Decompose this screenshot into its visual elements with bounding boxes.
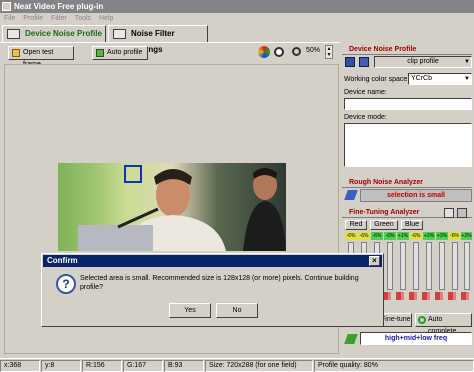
device-name-label: Device name:: [344, 89, 387, 96]
device-mode-input[interactable]: [344, 123, 472, 167]
brightness-icon[interactable]: [274, 47, 284, 57]
no-button[interactable]: No: [216, 303, 258, 318]
status-b: B:93: [164, 360, 204, 372]
auto-profile-button[interactable]: Auto profile: [92, 46, 148, 60]
status-y: y:8: [41, 360, 81, 372]
status-r: R:156: [82, 360, 122, 372]
status-x: x:368: [0, 360, 40, 372]
color-wheel-icon[interactable]: [258, 46, 270, 58]
filter-icon: [113, 29, 126, 39]
working-color-space-select[interactable]: YCrCb ▼: [408, 73, 472, 85]
dialog-titlebar: Confirm ×: [43, 255, 382, 267]
freq-chip: +2%: [423, 232, 435, 240]
status-size: Size: 720x288 (for one field): [205, 360, 313, 372]
working-color-space-label: Working color space:: [344, 76, 410, 83]
freq-slider[interactable]: [439, 242, 445, 290]
reset-icon[interactable]: [444, 208, 454, 218]
menu-file[interactable]: File: [4, 13, 15, 24]
menu-profile[interactable]: Profile: [23, 13, 43, 24]
preview-image[interactable]: [58, 163, 286, 251]
working-color-space-value: YCrCb: [411, 75, 433, 82]
freq-slider[interactable]: [400, 242, 406, 290]
status-quality: Profile quality: 80%: [314, 360, 474, 372]
device-mode-label: Device mode:: [344, 114, 387, 121]
freq-slider[interactable]: [413, 242, 419, 290]
chevron-down-icon: ▼: [464, 76, 470, 82]
menu-filter[interactable]: Filter: [51, 13, 67, 24]
frequency-select[interactable]: high+mid+low freq: [360, 332, 472, 345]
freq-chip: -6%: [371, 232, 383, 240]
rough-noise-analyzer-header: Rough Noise Analyzer: [342, 177, 472, 188]
auto-profile-label: Auto profile: [107, 49, 143, 56]
freq-chip: +2%: [461, 232, 472, 240]
question-icon: ?: [56, 274, 76, 294]
zoom-spinner[interactable]: ▴ ▾: [325, 45, 333, 59]
folder-icon: [12, 49, 20, 57]
window-title: Neat Video Free plug-in: [14, 2, 104, 11]
menu-bar: File Profile Filter Tools Help: [0, 13, 474, 24]
dialog-title: Confirm: [47, 256, 78, 265]
auto-complete-icon: [418, 316, 426, 324]
freq-chip: -6%: [345, 232, 357, 240]
section-title: Fine-Tuning Analyzer: [349, 209, 420, 216]
dialog-message: Selected area is small. Recommended size…: [80, 275, 359, 291]
menu-tools[interactable]: Tools: [75, 13, 91, 24]
yes-button[interactable]: Yes: [169, 303, 211, 318]
device-noise-profile-header: Device Noise Profile: [342, 44, 472, 55]
section-title: Device Noise Profile: [349, 46, 417, 53]
menu-help[interactable]: Help: [99, 13, 113, 24]
status-bar: x:368 y:8 R:156 G:167 B:93 Size: 720x288…: [0, 358, 474, 372]
frame-picture: [78, 168, 286, 251]
freq-chip: +3%: [436, 232, 448, 240]
window-titlebar: Neat Video Free plug-in: [0, 0, 474, 13]
auto-complete-button[interactable]: Auto complete: [415, 313, 472, 335]
freq-chip: -6%: [384, 232, 396, 240]
tab-strip: Device Noise Profile Noise Filter Settin…: [0, 25, 474, 54]
zoom-level: 50%: [306, 47, 321, 54]
pencil-icon[interactable]: [344, 190, 358, 200]
tab-device-noise-profile[interactable]: Device Noise Profile: [2, 25, 106, 43]
device-name-input[interactable]: [344, 98, 472, 110]
freq-slider[interactable]: [464, 242, 470, 290]
selection-rectangle[interactable]: [124, 165, 142, 183]
fine-tune-label: Fine-tune: [381, 316, 411, 323]
channel-red[interactable]: Red: [345, 220, 367, 230]
section-title: Rough Noise Analyzer: [349, 179, 424, 186]
chevron-down-icon: ▼: [464, 59, 470, 65]
load-profile-icon[interactable]: [359, 57, 369, 67]
freq-slider[interactable]: [387, 242, 393, 290]
open-test-frame-button[interactable]: Open test frame: [8, 46, 74, 68]
tab-noise-filter-settings[interactable]: Noise Filter Settings: [108, 25, 208, 54]
zoom-icon[interactable]: [292, 47, 301, 56]
channel-blue[interactable]: Blue: [401, 220, 423, 230]
freq-slider[interactable]: [452, 242, 458, 290]
profile-select-value: clip profile: [407, 58, 439, 65]
freq-slider[interactable]: [426, 242, 432, 290]
pencil-icon[interactable]: [344, 334, 358, 344]
tab-divider: [0, 42, 340, 43]
freq-chip: -6%: [410, 232, 422, 240]
rough-analyzer-status: selection is small: [360, 189, 472, 202]
save-profile-icon[interactable]: [345, 57, 355, 67]
confirm-dialog: Confirm × ? Selected area is small. Reco…: [41, 253, 384, 327]
device-icon: [7, 29, 20, 39]
auto-profile-icon: [96, 49, 104, 57]
close-icon[interactable]: ×: [369, 256, 380, 266]
tab-label: Device Noise Profile: [25, 29, 102, 38]
freq-chip: -6%: [449, 232, 460, 240]
freq-chip: +1%: [397, 232, 409, 240]
profile-select[interactable]: clip profile ▼: [374, 56, 472, 68]
app-icon: [2, 2, 11, 11]
status-g: G:167: [123, 360, 163, 372]
freq-chip: -6%: [358, 232, 370, 240]
trash-icon[interactable]: [457, 208, 467, 218]
channel-green[interactable]: Green: [370, 220, 398, 230]
